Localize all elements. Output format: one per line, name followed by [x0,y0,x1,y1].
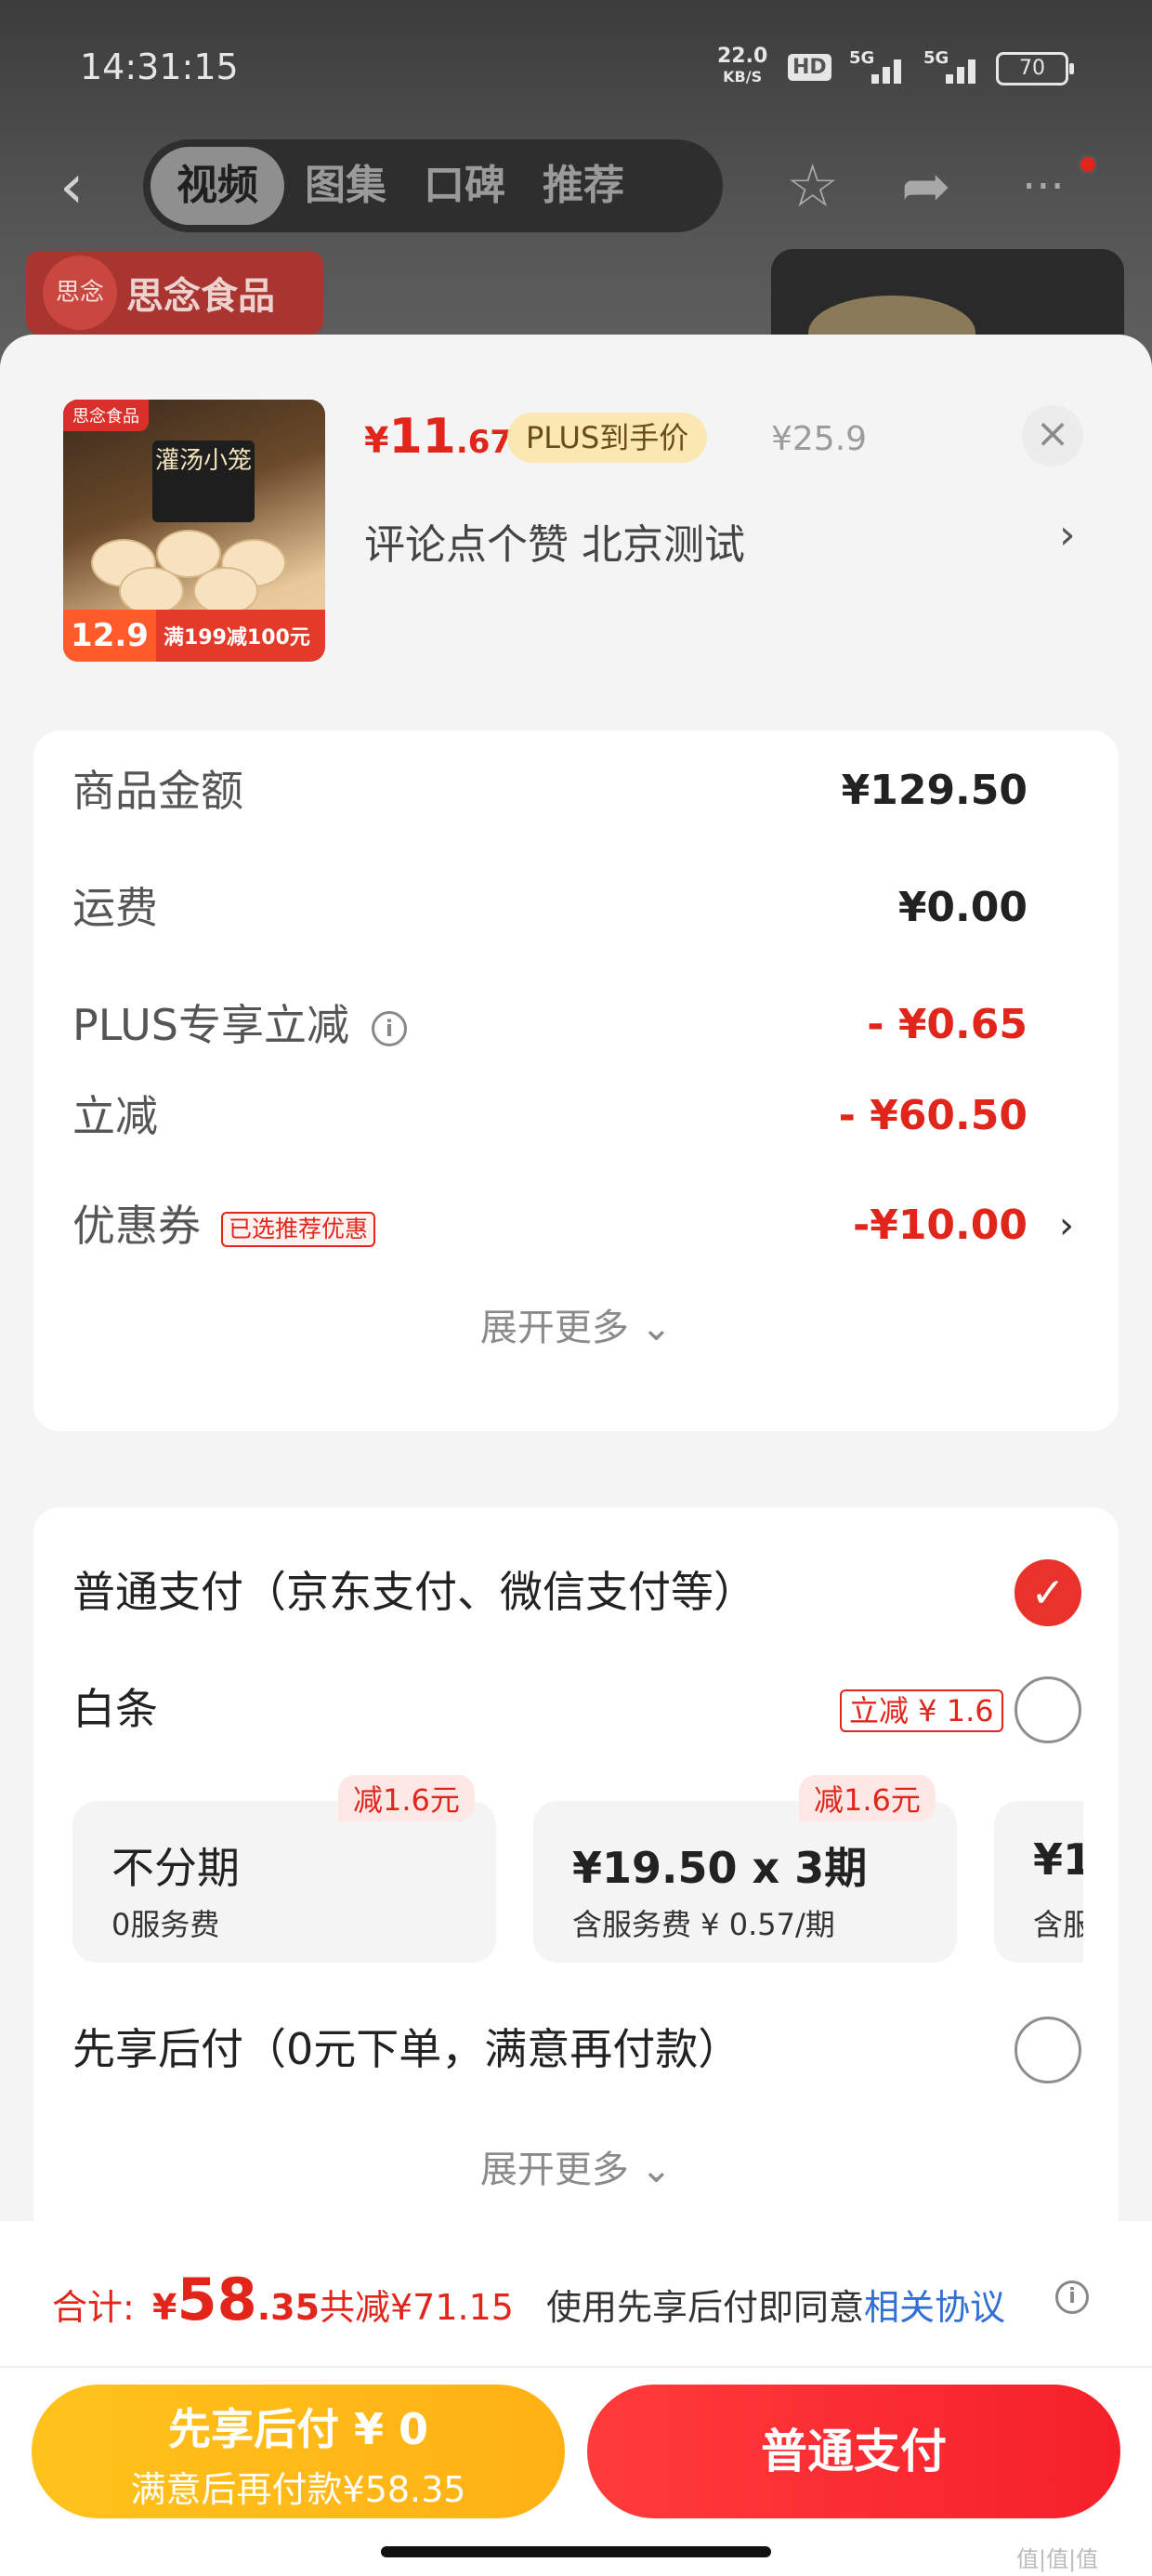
info-icon[interactable]: i [1055,2280,1089,2314]
normal-pay-label[interactable]: 普通支付（京东支付、微信支付等） [72,1559,756,1624]
chevron-right-icon[interactable]: › [1059,511,1076,559]
watermark: 值|值|值 [1016,2546,1099,2572]
tab-recommend[interactable]: 推荐 [526,147,641,225]
baitiao-radio[interactable] [1015,1676,1081,1743]
pay-later-radio[interactable] [1015,2017,1081,2083]
summary-row-shipping: 运费 ¥0.00 [72,883,1028,933]
pay-later-button[interactable]: 先享后付 ¥ 0 满意后再付款¥58.35 [32,2385,565,2518]
more-icon[interactable]: ··· [1022,154,1065,219]
image-title: 灌汤小笼 [152,440,255,522]
status-time: 14:31:15 [80,46,239,87]
plan-3-installments[interactable]: ¥19.50 x 3期 含服务费 ¥ 0.57/期 [533,1801,957,1963]
brand-banner: 思念 思念食品 [26,251,323,335]
star-icon[interactable]: ☆ [786,154,839,219]
normal-pay-button[interactable]: 普通支付 [587,2385,1120,2518]
total-amount: ¥58.35 [152,2266,321,2333]
divider [0,2366,1152,2368]
tab-reviews[interactable]: 口碑 [407,147,522,225]
close-icon[interactable]: × [1022,405,1083,467]
signal-icon-2: 5G [923,48,979,84]
summary-row-coupon[interactable]: 优惠券 已选推荐优惠 -¥10.00 › [72,1193,1074,1258]
summary-row-discount: 立减 - ¥60.50 [72,1091,1028,1141]
chevron-right-icon[interactable]: › [1059,1193,1074,1258]
tab-video[interactable]: 视频 [151,147,284,225]
background-page: 14:31:15 22.0 KB/S HD 5G 5G 70 ‹ 视频 图集 口… [0,0,1152,388]
plan-badge: 减1.6元 [338,1775,475,1821]
signal-icon: 5G [849,48,905,84]
total-savings: 共减¥71.15 [320,2287,514,2328]
expand-more-button-2[interactable]: 展开更多 ⌄ [33,2139,1119,2193]
expand-more-button[interactable]: 展开更多 ⌄ [33,1297,1119,1351]
home-indicator[interactable] [381,2546,771,2557]
baitiao-label[interactable]: 白条 [72,1676,158,1741]
network-speed: 22.0 KB/S [717,45,768,86]
plus-price-badge: PLUS到手价 [507,413,708,463]
plan-no-installment[interactable]: 不分期 0服务费 [72,1801,496,1963]
notification-dot [1078,154,1098,175]
product-price: ¥11.67 [364,409,513,465]
summary-row-subtotal: 商品金额 ¥129.50 [72,766,1028,816]
status-bar: 14:31:15 22.0 KB/S HD 5G 5G 70 [0,0,1152,139]
original-price: ¥25.9 [771,420,868,458]
summary-row-plus: PLUS专享立减 i - ¥0.65 [72,1000,1028,1050]
tab-gallery[interactable]: 图集 [288,147,403,225]
product-header: 思念食品 灌汤小笼 12.9 满199减100元 ¥11.67 PLUS到手价 … [0,335,1152,725]
battery-icon: 70 [996,52,1074,85]
image-brand-tag: 思念食品 [63,400,149,431]
agreement-text: 使用先享后付即同意相关协议 [546,2287,1006,2328]
checkout-footer: 合计: ¥58.35 共减¥71.15 使用先享后付即同意相关协议 i 先享后付… [0,2221,1152,2576]
installment-plans: 不分期 0服务费 ¥19.50 x 3期 含服务费 ¥ 0.57/期 ¥1 含服 [72,1801,1083,1968]
product-image: 思念食品 灌汤小笼 12.9 满199减100元 [63,400,325,662]
info-icon[interactable]: i [371,1010,407,1046]
brand-logo: 思念 [43,256,117,330]
agreement-link[interactable]: 相关协议 [864,2287,1005,2328]
brand-name: 思念食品 [126,275,275,318]
pay-later-label[interactable]: 先享后付（0元下单，满意再付款） [72,2017,740,2082]
hd-icon: HD [788,54,831,81]
total-row: 合计: ¥58.35 共减¥71.15 使用先享后付即同意相关协议 i [52,2266,1111,2340]
back-icon[interactable]: ‹ [59,156,84,217]
coupon-tag: 已选推荐优惠 [221,1211,376,1247]
normal-pay-radio[interactable]: ✓ [1015,1559,1081,1626]
image-promo: 12.9 满199减100元 [63,610,325,662]
share-icon[interactable]: ➦ [901,154,951,219]
plan-more-installments[interactable]: ¥1 含服 [994,1801,1083,1963]
product-spec[interactable]: 评论点个赞 北京测试 [364,511,745,571]
nav-tabs: 视频 图集 口碑 推荐 [143,139,723,232]
plan-badge: 减1.6元 [799,1775,936,1821]
baitiao-discount-tag: 立减 ¥ 1.6 [840,1689,1003,1732]
price-summary-card-lower: 立减 - ¥60.50 优惠券 已选推荐优惠 -¥10.00 › 展开更多 ⌄ [33,1078,1119,1431]
